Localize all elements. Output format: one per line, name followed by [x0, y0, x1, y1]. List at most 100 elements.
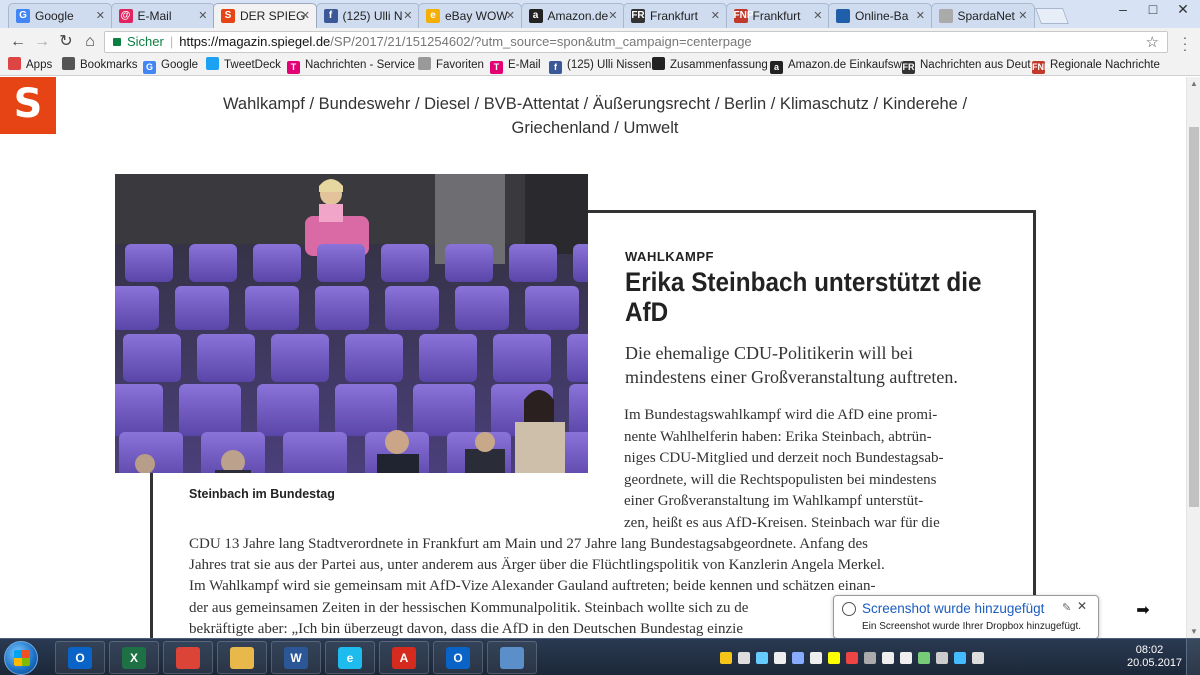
taskbar-chrome[interactable] — [163, 641, 213, 674]
address-bar[interactable]: Sicher | https://magazin.spiegel.de/SP/201… — [104, 31, 1168, 53]
back-icon[interactable]: ← — [8, 32, 28, 52]
taskbar-acrobat[interactable]: A — [379, 641, 429, 674]
seat-shape — [413, 384, 475, 436]
bookmark-8[interactable]: Zusammenfassung — [652, 57, 768, 73]
bookmark-1[interactable]: Bookmarks — [62, 57, 138, 73]
bookmark-11[interactable]: FNPRegionale Nachrichte — [1032, 57, 1160, 74]
bookmark-10[interactable]: FR Nachrichten aus Deut — [902, 57, 1031, 74]
bookmark-3[interactable]: TweetDeck — [206, 57, 281, 73]
home-icon[interactable]: ⌂ — [80, 32, 100, 52]
tray-icon[interactable] — [738, 651, 750, 664]
tab-5[interactable]: a Amazon.de ✕ — [520, 3, 625, 28]
tray-icon[interactable] — [810, 651, 822, 664]
article-photo — [115, 174, 588, 473]
bookmark-7[interactable]: f (125) Ulli Nissen — [549, 57, 651, 74]
topics-line-1[interactable]: Wahlkampf / Bundeswehr / Diesel / BVB-At… — [200, 92, 990, 116]
start-button[interactable] — [4, 641, 38, 675]
bookmark-6[interactable]: T E-Mail — [490, 57, 541, 74]
tab-2[interactable]: S DER SPIEG ✕ — [213, 3, 317, 28]
tab-close-icon[interactable]: ✕ — [916, 9, 925, 22]
tray-icon[interactable] — [756, 651, 768, 664]
body-line: nente Wahlhelferin haben: Erika Steinbac… — [624, 428, 932, 445]
taskbar-ie[interactable]: e — [325, 641, 375, 674]
dropbox-notification[interactable]: Screenshot wurde hinzugefügt Ein Screens… — [833, 595, 1099, 639]
menu-icon[interactable]: · · · — [1178, 30, 1192, 56]
tab-1[interactable]: @ E-Mail ✕ — [110, 3, 215, 28]
taskbar-remote[interactable] — [487, 641, 537, 674]
taskbar-outlook[interactable]: O — [55, 641, 105, 674]
tab-6[interactable]: FR Frankfurt ✕ — [623, 3, 727, 28]
tab-4[interactable]: e eBay WOW ✕ — [418, 3, 522, 28]
tweetdeck-icon — [206, 57, 219, 70]
tray-icon[interactable] — [846, 651, 858, 664]
tab-9[interactable]: SpardaNet ✕ — [930, 3, 1035, 28]
tab-favicon-icon: FNP — [733, 9, 754, 23]
tray-icon[interactable] — [918, 651, 930, 664]
tray-icon[interactable] — [774, 651, 786, 664]
system-tray — [720, 649, 990, 667]
tray-icon[interactable] — [864, 651, 876, 664]
tab-3[interactable]: f (125) Ulli N ✕ — [315, 3, 420, 28]
tab-close-icon[interactable]: ✕ — [608, 9, 617, 22]
tray-icon[interactable] — [882, 651, 894, 664]
tray-icon[interactable] — [828, 651, 840, 664]
tab-7[interactable]: FNP Frankfurt ✕ — [725, 3, 830, 28]
tab-close-icon[interactable]: ✕ — [96, 9, 105, 22]
tray-icon[interactable] — [936, 651, 948, 664]
taskbar-excel[interactable]: X — [109, 641, 159, 674]
taskbar-outlook2[interactable]: O — [433, 641, 483, 674]
reload-icon[interactable]: ↻ — [56, 32, 76, 52]
seat-shape — [283, 432, 347, 473]
tab-close-icon[interactable]: ✕ — [711, 9, 720, 22]
tab-close-icon[interactable]: ✕ — [403, 9, 412, 22]
show-desktop-button[interactable] — [1186, 639, 1200, 675]
seat-shape — [445, 244, 493, 282]
tray-icon[interactable] — [900, 651, 912, 664]
tab-title: Frankfurt — [752, 9, 801, 23]
scroll-up-icon[interactable]: ▲ — [1189, 79, 1199, 88]
tab-close-icon[interactable]: ✕ — [198, 9, 207, 22]
forward-icon[interactable]: → — [32, 32, 52, 52]
new-tab-button[interactable] — [1035, 8, 1069, 24]
topics-line-2[interactable]: Griechenland / Umwelt — [200, 116, 990, 140]
tray-icon[interactable] — [792, 651, 804, 664]
tab-0[interactable]: G Google ✕ — [8, 3, 112, 28]
seat-shape — [125, 244, 173, 282]
navigation-bar: ← → ↻ ⌂ Sicher | https://magazin.spiegel.d… — [0, 28, 1200, 56]
tab-close-icon[interactable]: ✕ — [813, 9, 822, 22]
tab-title: Frankfurt — [650, 9, 699, 23]
photo-caption: Steinbach im Bundestag — [189, 487, 335, 501]
close-icon[interactable]: ✕ — [1077, 599, 1087, 613]
tab-close-icon[interactable]: ✕ — [301, 9, 310, 22]
tray-icon[interactable] — [720, 651, 732, 664]
tab-close-icon[interactable]: ✕ — [506, 9, 515, 22]
spiegel-logo[interactable]: S — [0, 77, 56, 134]
outlook-icon: O — [68, 647, 92, 669]
tab-close-icon[interactable]: ✕ — [1018, 9, 1027, 22]
body-line: Im Bundestagswahlkampf wird die AfD eine… — [624, 407, 938, 423]
bookmark-star-icon[interactable]: ☆ — [1146, 33, 1159, 52]
article-body-right-column: Im Bundestagswahlkampf wird die AfD eine… — [624, 405, 994, 534]
pin-icon[interactable]: ✎ — [1062, 601, 1071, 614]
tray-icon[interactable] — [972, 651, 984, 664]
minimize-icon[interactable]: – — [1108, 0, 1138, 20]
next-arrow-button[interactable]: ➡ — [1100, 595, 1186, 627]
bookmark-5[interactable]: Favoriten — [418, 57, 484, 73]
clock[interactable]: 08:02 20.05.2017 — [1127, 644, 1182, 670]
taskbar-explorer[interactable] — [217, 641, 267, 674]
scroll-thumb[interactable] — [1189, 127, 1199, 507]
tab-8[interactable]: Online-Ba ✕ — [828, 3, 932, 28]
bookmark-0[interactable]: Apps — [8, 57, 52, 73]
close-window-icon[interactable]: ✕ — [1168, 0, 1198, 20]
maximize-icon[interactable]: □ — [1138, 0, 1168, 20]
bookmark-4[interactable]: T Nachrichten - Service — [287, 57, 415, 74]
bookmark-9[interactable]: a Amazon.de Einkaufsw — [770, 57, 902, 74]
scroll-down-icon[interactable]: ▼ — [1189, 627, 1199, 636]
vertical-scrollbar[interactable]: ▲ ▼ — [1186, 77, 1200, 638]
bookmark-label: E-Mail — [508, 59, 541, 71]
body-line: Jahres trat sie aus der Partei aus, unte… — [189, 557, 885, 574]
taskbar-word[interactable]: W — [271, 641, 321, 674]
bookmark-2[interactable]: G Google — [143, 57, 198, 74]
seat-shape — [567, 334, 588, 382]
tray-icon[interactable] — [954, 651, 966, 664]
